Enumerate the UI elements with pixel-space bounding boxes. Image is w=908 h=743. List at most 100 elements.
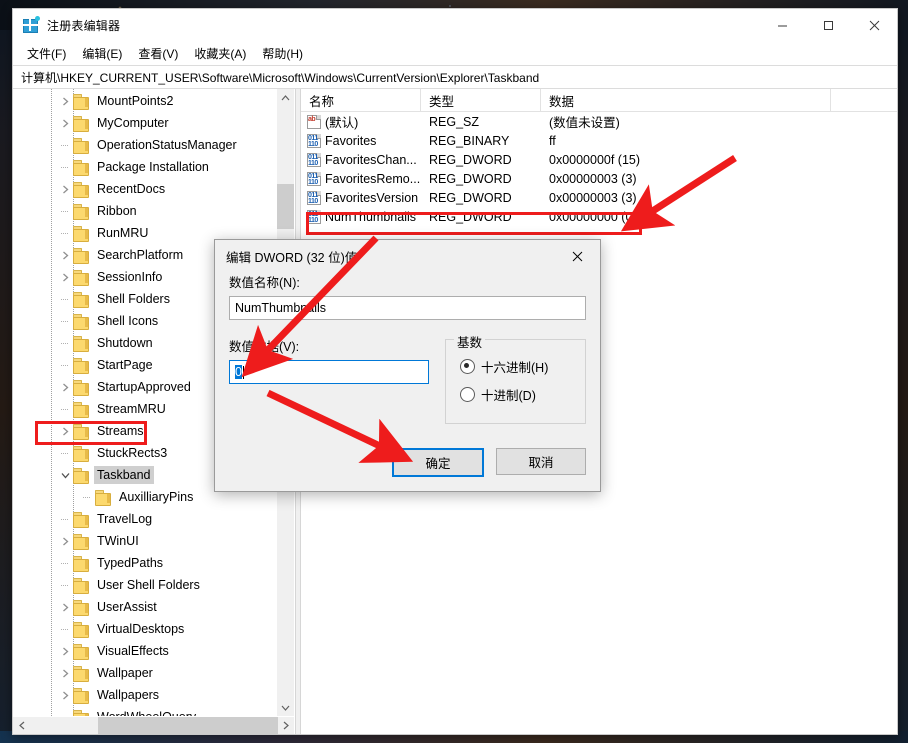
value-data-cell: 0x00000003 (3) xyxy=(541,191,831,205)
chevron-right-icon[interactable] xyxy=(57,244,73,266)
value-name-cell: 011110FavoritesVersion xyxy=(301,191,421,205)
string-value-icon: ab xyxy=(307,115,321,129)
value-type-cell: REG_DWORD xyxy=(421,191,541,205)
menu-bar: 文件(F) 编辑(E) 查看(V) 收藏夹(A) 帮助(H) xyxy=(13,41,897,65)
menu-file[interactable]: 文件(F) xyxy=(19,43,74,64)
tree-node[interactable]: VisualEffects xyxy=(13,640,276,662)
tree-node[interactable]: MyComputer xyxy=(13,112,276,134)
chevron-right-icon[interactable] xyxy=(57,662,73,684)
chevron-right-icon[interactable] xyxy=(57,112,73,134)
value-name-cell: 011110FavoritesRemo... xyxy=(301,172,421,186)
value-type-cell: REG_BINARY xyxy=(421,134,541,148)
menu-favorites[interactable]: 收藏夹(A) xyxy=(186,43,254,64)
column-header-name[interactable]: 名称 xyxy=(301,89,421,111)
address-bar[interactable]: 计算机\HKEY_CURRENT_USER\Software\Microsoft… xyxy=(13,65,897,89)
close-icon[interactable] xyxy=(851,9,897,41)
tree-leaf-marker xyxy=(57,442,73,464)
tree-node[interactable]: TWinUI xyxy=(13,530,276,552)
tree-node[interactable]: TypedPaths xyxy=(13,552,276,574)
table-row[interactable]: ab(默认)REG_SZ(数值未设置) xyxy=(301,112,897,131)
tree-node[interactable]: Wallpaper xyxy=(13,662,276,684)
tree-node-label: Package Installation xyxy=(94,158,212,176)
value-data-input[interactable]: 0 xyxy=(229,360,429,384)
scroll-up-icon[interactable] xyxy=(277,89,294,106)
tree-node-label: Shutdown xyxy=(94,334,156,352)
menu-view[interactable]: 查看(V) xyxy=(130,43,186,64)
folder-icon xyxy=(73,116,89,130)
maximize-icon[interactable] xyxy=(805,9,851,41)
scroll-right-icon[interactable] xyxy=(277,717,294,734)
chevron-down-icon[interactable] xyxy=(57,464,73,486)
tree-node[interactable]: WordWheelQuery xyxy=(13,706,276,716)
table-row[interactable]: 011110FavoritesRemo...REG_DWORD0x0000000… xyxy=(301,169,897,188)
chevron-right-icon[interactable] xyxy=(57,684,73,706)
tree-leaf-marker xyxy=(57,156,73,178)
tree-hscroll-thumb[interactable] xyxy=(98,717,278,734)
value-name-input[interactable]: NumThumbnails xyxy=(229,296,586,320)
dialog-body: 数值名称(N): NumThumbnails 数值数据(V): 0 基数 十六进… xyxy=(215,272,600,491)
binary-value-icon: 011110 xyxy=(307,134,321,148)
tree-node[interactable]: MountPoints2 xyxy=(13,90,276,112)
tree-scroll-thumb[interactable] xyxy=(277,184,294,229)
chevron-right-icon[interactable] xyxy=(57,376,73,398)
chevron-right-icon[interactable] xyxy=(57,420,73,442)
tree-node[interactable]: TravelLog xyxy=(13,508,276,530)
ok-button[interactable]: 确定 xyxy=(392,448,484,477)
chevron-right-icon[interactable] xyxy=(57,596,73,618)
chevron-right-icon[interactable] xyxy=(57,178,73,200)
folder-icon xyxy=(95,490,111,504)
value-data-cell: (数值未设置) xyxy=(541,112,831,131)
tree-leaf-marker xyxy=(57,134,73,156)
table-row[interactable]: 011110FavoritesREG_BINARYff xyxy=(301,131,897,150)
dialog-close-icon[interactable] xyxy=(555,241,600,271)
tree-node[interactable]: RecentDocs xyxy=(13,178,276,200)
menu-help[interactable]: 帮助(H) xyxy=(254,43,311,64)
column-header-type[interactable]: 类型 xyxy=(421,89,541,111)
tree-horizontal-scrollbar[interactable] xyxy=(13,716,294,734)
scroll-down-icon[interactable] xyxy=(277,699,294,716)
tree-node-label: RunMRU xyxy=(94,224,151,242)
chevron-right-icon[interactable] xyxy=(57,640,73,662)
table-row[interactable]: 011110NumThumbnailsREG_DWORD0x00000000 (… xyxy=(301,207,897,226)
tree-leaf-marker xyxy=(57,288,73,310)
radio-hexadecimal-label: 十六进制(H) xyxy=(481,357,548,376)
scroll-left-icon[interactable] xyxy=(13,717,30,734)
tree-node-label: Wallpapers xyxy=(94,686,162,704)
tree-hscroll-track[interactable] xyxy=(30,717,277,734)
tree-node-label: Taskband xyxy=(94,466,154,484)
chevron-right-icon[interactable] xyxy=(57,90,73,112)
minimize-icon[interactable] xyxy=(759,9,805,41)
tree-node[interactable]: Wallpapers xyxy=(13,684,276,706)
tree-node[interactable]: OperationStatusManager xyxy=(13,134,276,156)
tree-node[interactable]: User Shell Folders xyxy=(13,574,276,596)
folder-icon xyxy=(73,688,89,702)
tree-node-label: TravelLog xyxy=(94,510,155,528)
tree-leaf-marker xyxy=(57,574,73,596)
column-header-data[interactable]: 数据 xyxy=(541,89,831,111)
binary-value-icon: 011110 xyxy=(307,172,321,186)
table-row[interactable]: 011110FavoritesVersionREG_DWORD0x0000000… xyxy=(301,188,897,207)
radio-hexadecimal[interactable]: 十六进制(H) xyxy=(460,357,575,376)
table-row[interactable]: 011110FavoritesChan...REG_DWORD0x0000000… xyxy=(301,150,897,169)
chevron-right-icon[interactable] xyxy=(57,266,73,288)
radio-decimal[interactable]: 十进制(D) xyxy=(460,385,575,404)
tree-node[interactable]: VirtualDesktops xyxy=(13,618,276,640)
tree-node[interactable]: Package Installation xyxy=(13,156,276,178)
registry-editor-icon xyxy=(23,17,39,33)
tree-node-label: Streams xyxy=(94,422,147,440)
tree-node[interactable]: Ribbon xyxy=(13,200,276,222)
cancel-button[interactable]: 取消 xyxy=(496,448,586,475)
value-name-text: NumThumbnails xyxy=(325,210,416,224)
window-controls xyxy=(759,9,897,41)
value-data-selection: 0 xyxy=(235,365,242,379)
chevron-right-icon[interactable] xyxy=(57,530,73,552)
base-group-label: 基数 xyxy=(454,332,485,351)
menu-edit[interactable]: 编辑(E) xyxy=(74,43,130,64)
radio-decimal-label: 十进制(D) xyxy=(481,385,536,404)
tree-node-label: MyComputer xyxy=(94,114,172,132)
folder-icon xyxy=(73,204,89,218)
tree-node-label: StartPage xyxy=(94,356,156,374)
value-type-cell: REG_DWORD xyxy=(421,210,541,224)
tree-leaf-marker xyxy=(57,310,73,332)
tree-node[interactable]: UserAssist xyxy=(13,596,276,618)
